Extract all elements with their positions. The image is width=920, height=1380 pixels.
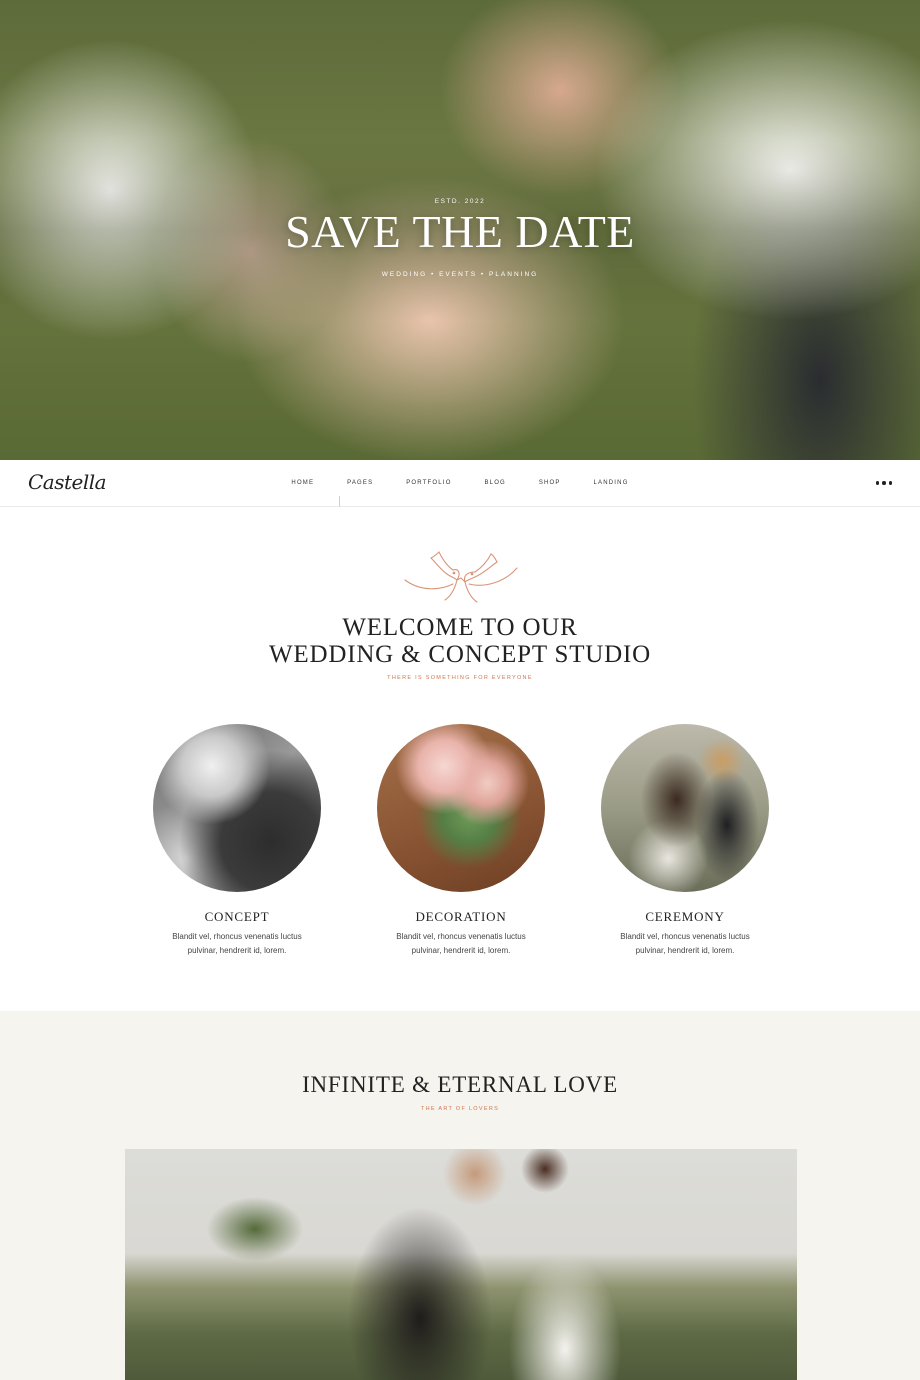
nav-item-blog[interactable]: BLOG xyxy=(484,480,505,486)
card-text-line: pulvinar, hendrerit id, lorem. xyxy=(187,945,287,955)
hero-estd: ESTD. 2022 xyxy=(434,198,486,205)
card-text-line: Blandit vel, rhoncus venenatis luctus xyxy=(172,932,302,941)
ceremony-photo[interactable] xyxy=(601,724,769,892)
more-dots-icon[interactable] xyxy=(875,481,892,485)
love-title: INFINITE & ETERNAL LOVE xyxy=(302,1072,618,1097)
welcome-title-line2: WEDDING & CONCEPT STUDIO xyxy=(269,641,651,668)
card-text-line: Blandit vel, rhoncus venenatis luctus xyxy=(620,932,750,941)
hero-title: SAVE THE DATE xyxy=(285,206,635,257)
hero-text: ESTD. 2022 SAVE THE DATE WEDDING • EVENT… xyxy=(0,198,920,278)
hero-banner: ESTD. 2022 SAVE THE DATE WEDDING • EVENT… xyxy=(0,0,920,460)
hero-subtitle: WEDDING • EVENTS • PLANNING xyxy=(381,271,539,278)
service-card-concept[interactable]: CONCEPT Blandit vel, rhoncus venenatis l… xyxy=(147,724,327,957)
card-text: Blandit vel, rhoncus venenatis luctus pu… xyxy=(595,930,775,957)
doves-icon xyxy=(404,551,518,603)
card-title[interactable]: DECORATION xyxy=(371,909,551,925)
welcome-title: WELCOME TO OUR WEDDING & CONCEPT STUDIO xyxy=(0,614,920,668)
card-text: Blandit vel, rhoncus venenatis luctus pu… xyxy=(371,930,551,957)
welcome-subtitle: THERE IS SOMETHING FOR EVERYONE xyxy=(387,675,533,681)
welcome-section: WELCOME TO OUR WEDDING & CONCEPT STUDIO … xyxy=(0,507,920,1011)
couple-photo xyxy=(125,1149,797,1380)
nav-item-portfolio[interactable]: PORTFOLIO xyxy=(406,480,451,486)
nav-item-home[interactable]: HOME xyxy=(291,480,314,486)
concept-photo[interactable] xyxy=(153,724,321,892)
love-subtitle: THE ART OF LOVERS xyxy=(420,1106,500,1112)
service-card-decoration[interactable]: DECORATION Blandit vel, rhoncus venenati… xyxy=(371,724,551,957)
main-nav: Castella HOME PAGES PORTFOLIO BLOG SHOP … xyxy=(0,460,920,508)
nav-menu: HOME PAGES PORTFOLIO BLOG SHOP LANDING xyxy=(0,480,920,486)
card-title[interactable]: CONCEPT xyxy=(147,909,327,925)
card-text-line: Blandit vel, rhoncus venenatis luctus xyxy=(396,932,526,941)
card-text-line: pulvinar, hendrerit id, lorem. xyxy=(411,945,511,955)
card-text: Blandit vel, rhoncus venenatis luctus pu… xyxy=(147,930,327,957)
nav-item-shop[interactable]: SHOP xyxy=(539,480,561,486)
decoration-photo[interactable] xyxy=(377,724,545,892)
love-section: INFINITE & ETERNAL LOVE THE ART OF LOVER… xyxy=(0,1011,920,1380)
nav-item-landing[interactable]: LANDING xyxy=(594,480,629,486)
card-text-line: pulvinar, hendrerit id, lorem. xyxy=(635,945,735,955)
card-title[interactable]: CEREMONY xyxy=(595,909,775,925)
service-card-ceremony[interactable]: CEREMONY Blandit vel, rhoncus venenatis … xyxy=(595,724,775,957)
nav-item-pages[interactable]: PAGES xyxy=(347,480,373,486)
welcome-title-line1: WELCOME TO OUR xyxy=(342,614,578,641)
